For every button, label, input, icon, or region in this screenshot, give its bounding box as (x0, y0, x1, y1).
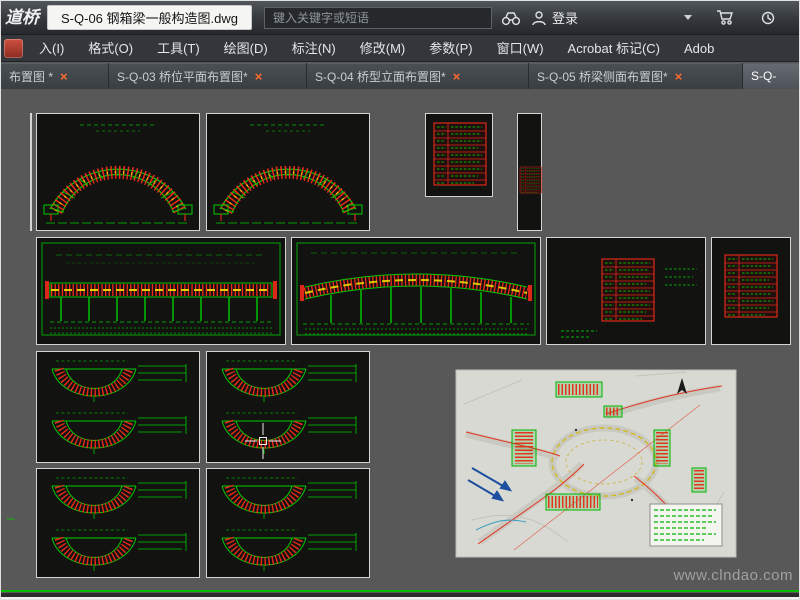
crosshair-cursor (245, 423, 281, 459)
tab-drawing-sq04[interactable]: S-Q-04 桥型立面布置图* × (307, 63, 529, 89)
cad-linework-overlay (1, 89, 799, 592)
tab-close-icon[interactable]: × (675, 69, 683, 84)
title-bar: 道桥 S-Q-06 钢箱梁一般构造图.dwg 登录 (1, 1, 799, 35)
autocad-window: 道桥 S-Q-06 钢箱梁一般构造图.dwg 登录 (0, 0, 800, 600)
watermark: www.clndao.com (673, 567, 793, 584)
menu-bar: 入(I) 格式(O) 工具(T) 绘图(D) 标注(N) 修改(M) 参数(P)… (1, 35, 799, 62)
user-icon (530, 10, 548, 26)
menu-item-dimension[interactable]: 标注(N) (280, 35, 348, 61)
sign-in-link[interactable]: 登录 (552, 8, 578, 27)
tab-drawing-1[interactable]: 布置图 * × (1, 63, 109, 89)
tab-close-icon[interactable]: × (60, 69, 68, 84)
titlebar-right-icons (684, 9, 799, 26)
menu-item-acrobat[interactable]: Acrobat 标记(C) (556, 35, 672, 61)
drawing-tab-bar: 布置图 * × S-Q-03 桥位平面布置图* × S-Q-04 桥型立面布置图… (1, 63, 799, 89)
communication-center-icon[interactable] (759, 10, 777, 26)
app-logo: 道桥 (5, 8, 39, 28)
tab-close-icon[interactable]: × (255, 69, 263, 84)
tab-close-icon[interactable]: × (453, 69, 461, 84)
menu-item-format[interactable]: 格式(O) (76, 35, 145, 61)
tab-drawing-sq05[interactable]: S-Q-05 桥梁侧面布置图* × (529, 63, 743, 89)
red-tool-icon[interactable] (4, 38, 23, 58)
tab-drawing-sq06[interactable]: S-Q- (743, 63, 799, 89)
menu-item-parametric[interactable]: 参数(P) (417, 35, 484, 61)
model-space-canvas[interactable]: www.clndao.com (1, 89, 799, 593)
binoculars-search-icon[interactable] (500, 10, 522, 26)
cart-icon[interactable] (716, 9, 735, 26)
infocenter-search (263, 6, 492, 29)
menu-item-adobe[interactable]: Adob (672, 35, 726, 61)
search-input[interactable] (264, 10, 491, 25)
tab-drawing-sq03[interactable]: S-Q-03 桥位平面布置图* × (109, 63, 307, 89)
menu-item-draw[interactable]: 绘图(D) (212, 35, 280, 61)
menu-item-window[interactable]: 窗口(W) (485, 35, 556, 61)
menu-item-tools[interactable]: 工具(T) (145, 35, 212, 61)
chevron-down-icon[interactable] (684, 15, 692, 20)
menu-item-modify[interactable]: 修改(M) (348, 35, 418, 61)
menu-item-insert[interactable]: 入(I) (27, 35, 76, 61)
document-title: S-Q-06 钢箱梁一般构造图.dwg (47, 5, 252, 30)
